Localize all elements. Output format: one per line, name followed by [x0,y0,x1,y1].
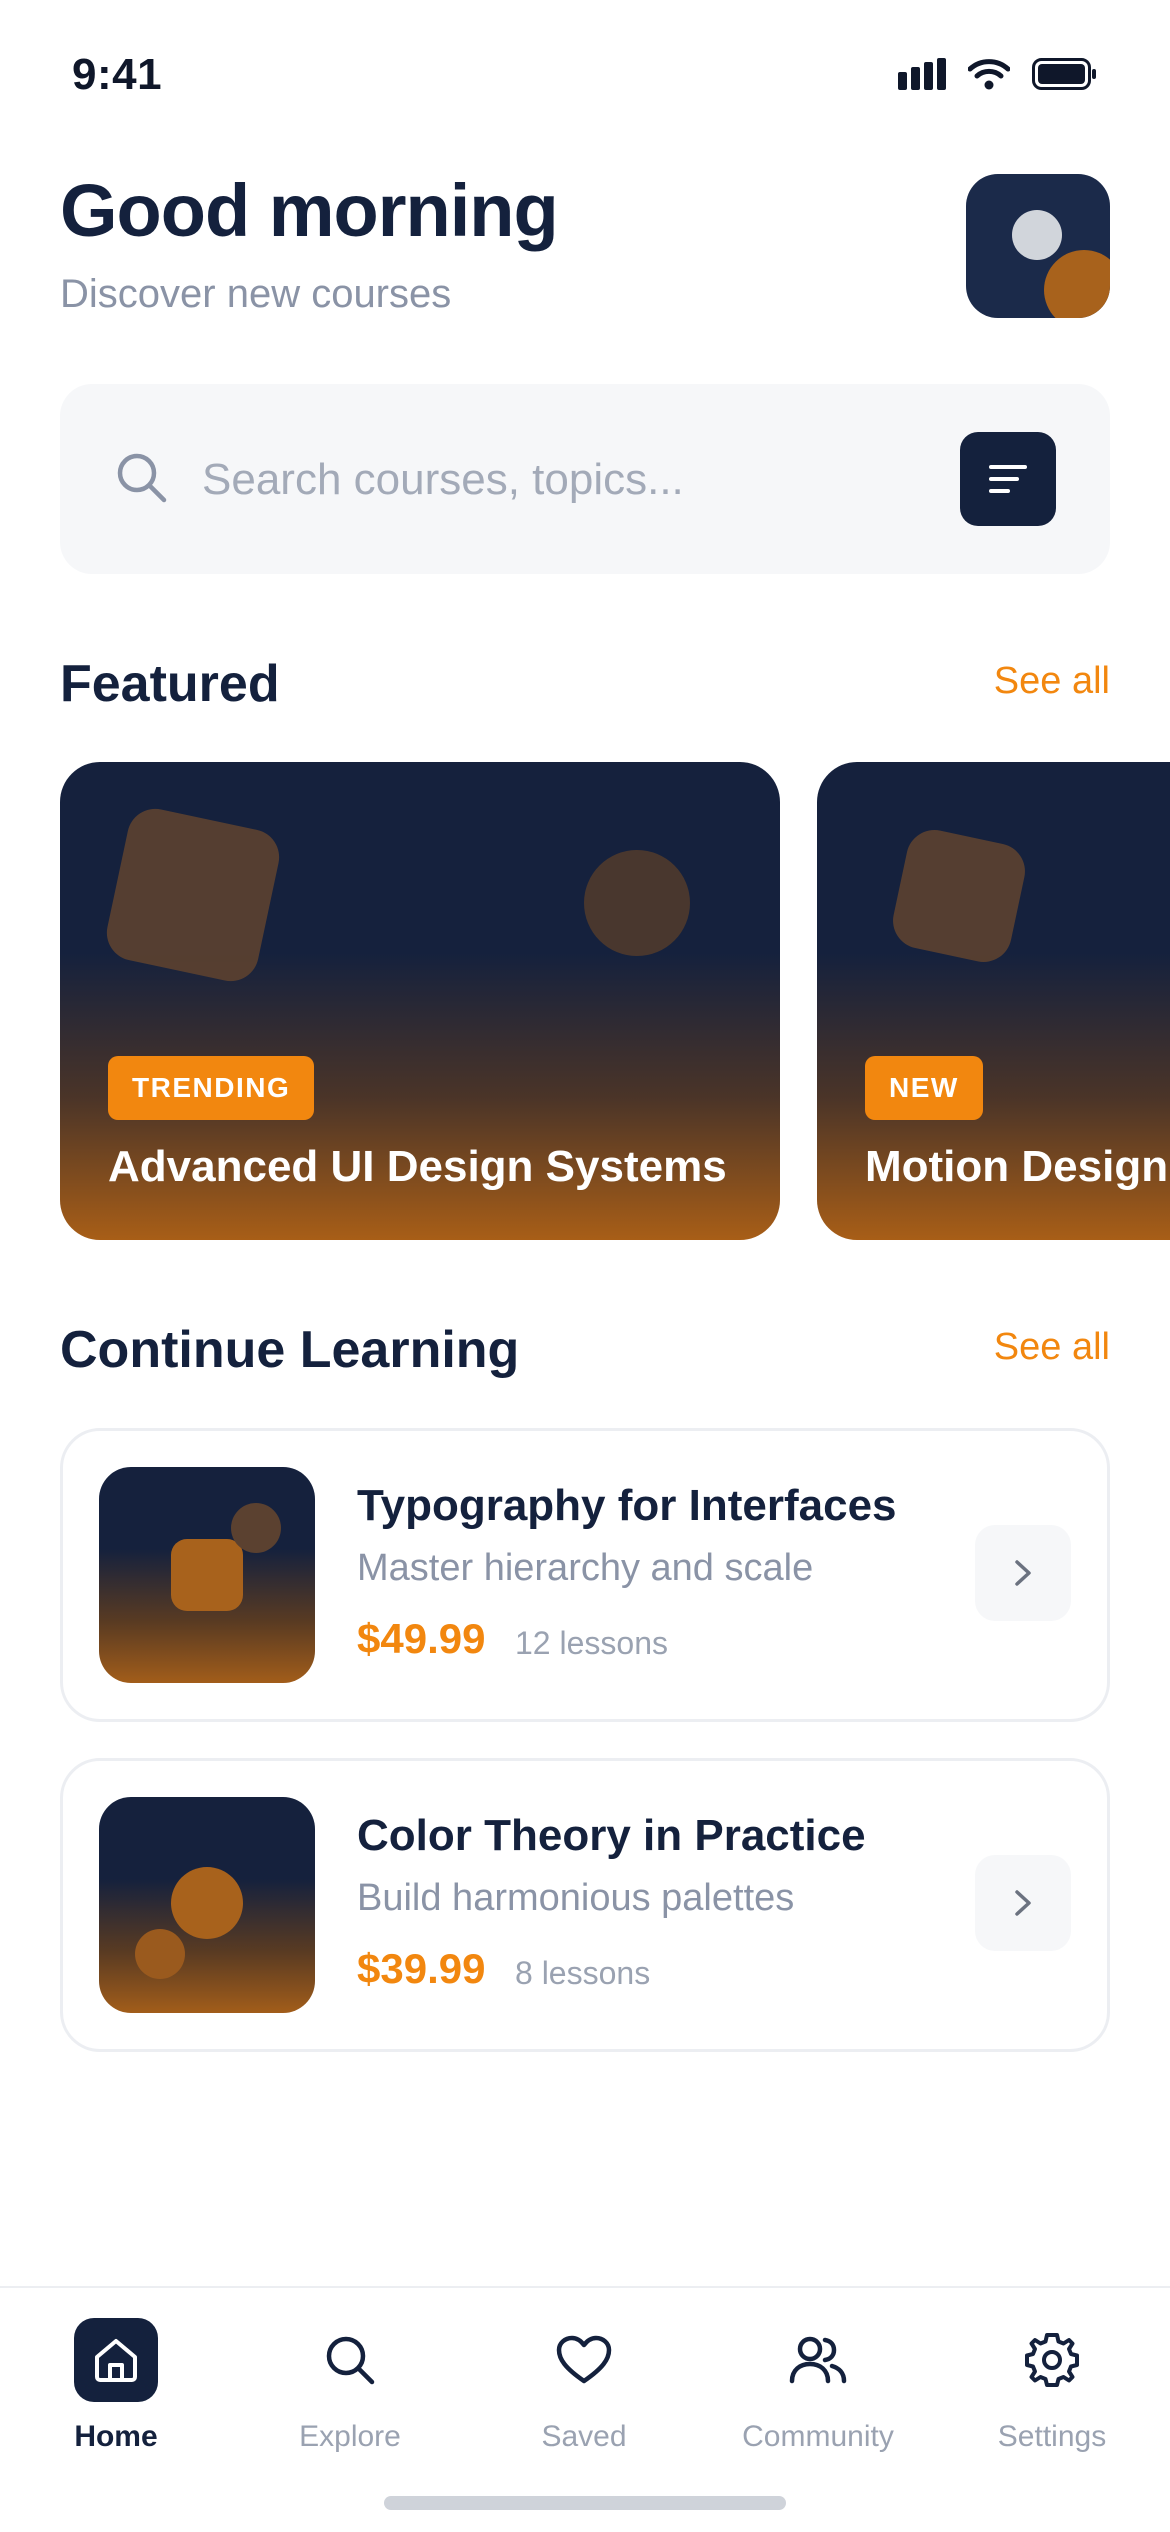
gear-icon [1025,2333,1079,2387]
battery-icon [1032,58,1096,90]
course-card[interactable]: Color Theory in Practice Build harmoniou… [60,1758,1110,2052]
course-title: Color Theory in Practice [357,1811,866,1860]
avatar-shape [1044,250,1110,318]
course-price: $49.99 [357,1615,486,1662]
nav-icon-container [74,2318,158,2402]
search-bar [60,384,1110,574]
search-input[interactable] [200,440,980,520]
nav-icon-container [542,2318,626,2402]
thumbnail-shape [171,1539,243,1611]
course-subtitle: Master hierarchy and scale [357,1547,814,1589]
featured-card-title: Motion Design [865,1142,1169,1191]
filter-button[interactable] [960,432,1056,526]
nav-label: Saved [541,2420,627,2453]
nav-home[interactable]: Home [16,2318,216,2478]
course-thumbnail [99,1797,315,2013]
nav-explore[interactable]: Explore [250,2318,450,2478]
course-title: Typography for Interfaces [357,1481,897,1530]
home-icon [95,2339,137,2382]
thumbnail-shape [231,1503,281,1553]
course-lessons: 8 lessons [515,1955,651,1991]
wifi-icon [968,59,1010,90]
course-thumbnail [99,1467,315,1683]
nav-icon-container [776,2318,860,2402]
status-time: 9:41 [72,50,163,99]
trending-badge: TRENDING [108,1056,315,1120]
status-icons [898,58,1098,90]
nav-label: Community [742,2420,894,2453]
avatar-shape [1012,210,1062,260]
nav-community[interactable]: Community [718,2318,918,2478]
filter-icon [989,465,1027,493]
greeting-subtitle: Discover new courses [60,272,452,316]
continue-see-all-link[interactable]: See all [994,1326,1110,1369]
chevron-right-icon [1015,1890,1031,1916]
featured-title: Featured [60,655,280,713]
course-price: $39.99 [357,1945,486,1992]
open-course-button[interactable] [975,1525,1071,1621]
nav-settings[interactable]: Settings [952,2318,1152,2478]
heart-icon [556,2335,612,2384]
course-subtitle: Build harmonious palettes [357,1877,795,1919]
nav-icon-container [1010,2318,1094,2402]
featured-see-all-link[interactable]: See all [994,660,1110,703]
open-course-button[interactable] [975,1855,1071,1951]
continue-learning-title: Continue Learning [60,1321,520,1379]
nav-label: Settings [997,2420,1107,2453]
chevron-right-icon [1015,1560,1031,1586]
featured-card[interactable]: NEW Motion Design [817,762,1170,1240]
featured-card[interactable]: TRENDING Advanced UI Design Systems [60,762,780,1240]
nav-label: Explore [299,2420,401,2453]
card-decoration [584,850,690,956]
nav-saved[interactable]: Saved [484,2318,684,2478]
thumbnail-shape [171,1867,243,1939]
search-icon [117,453,167,503]
card-decoration [101,803,285,987]
nav-icon-container [308,2318,392,2402]
new-badge: NEW [865,1056,983,1120]
search-icon [326,2336,375,2385]
card-decoration [887,824,1031,968]
home-indicator [384,2496,786,2510]
course-card[interactable]: Typography for Interfaces Master hierarc… [60,1428,1110,1722]
app-screen: 9:41 Good morning Discover new courses S… [0,0,1170,2532]
signal-icon [898,58,946,90]
avatar[interactable] [966,174,1110,318]
nav-label: Home [74,2420,158,2453]
featured-card-title: Advanced UI Design Systems [108,1142,727,1191]
greeting-title: Good morning [60,169,559,252]
course-lessons: 12 lessons [515,1625,668,1661]
users-icon [789,2336,847,2384]
status-bar: 9:41 [0,0,1170,150]
thumbnail-shape [135,1929,185,1979]
